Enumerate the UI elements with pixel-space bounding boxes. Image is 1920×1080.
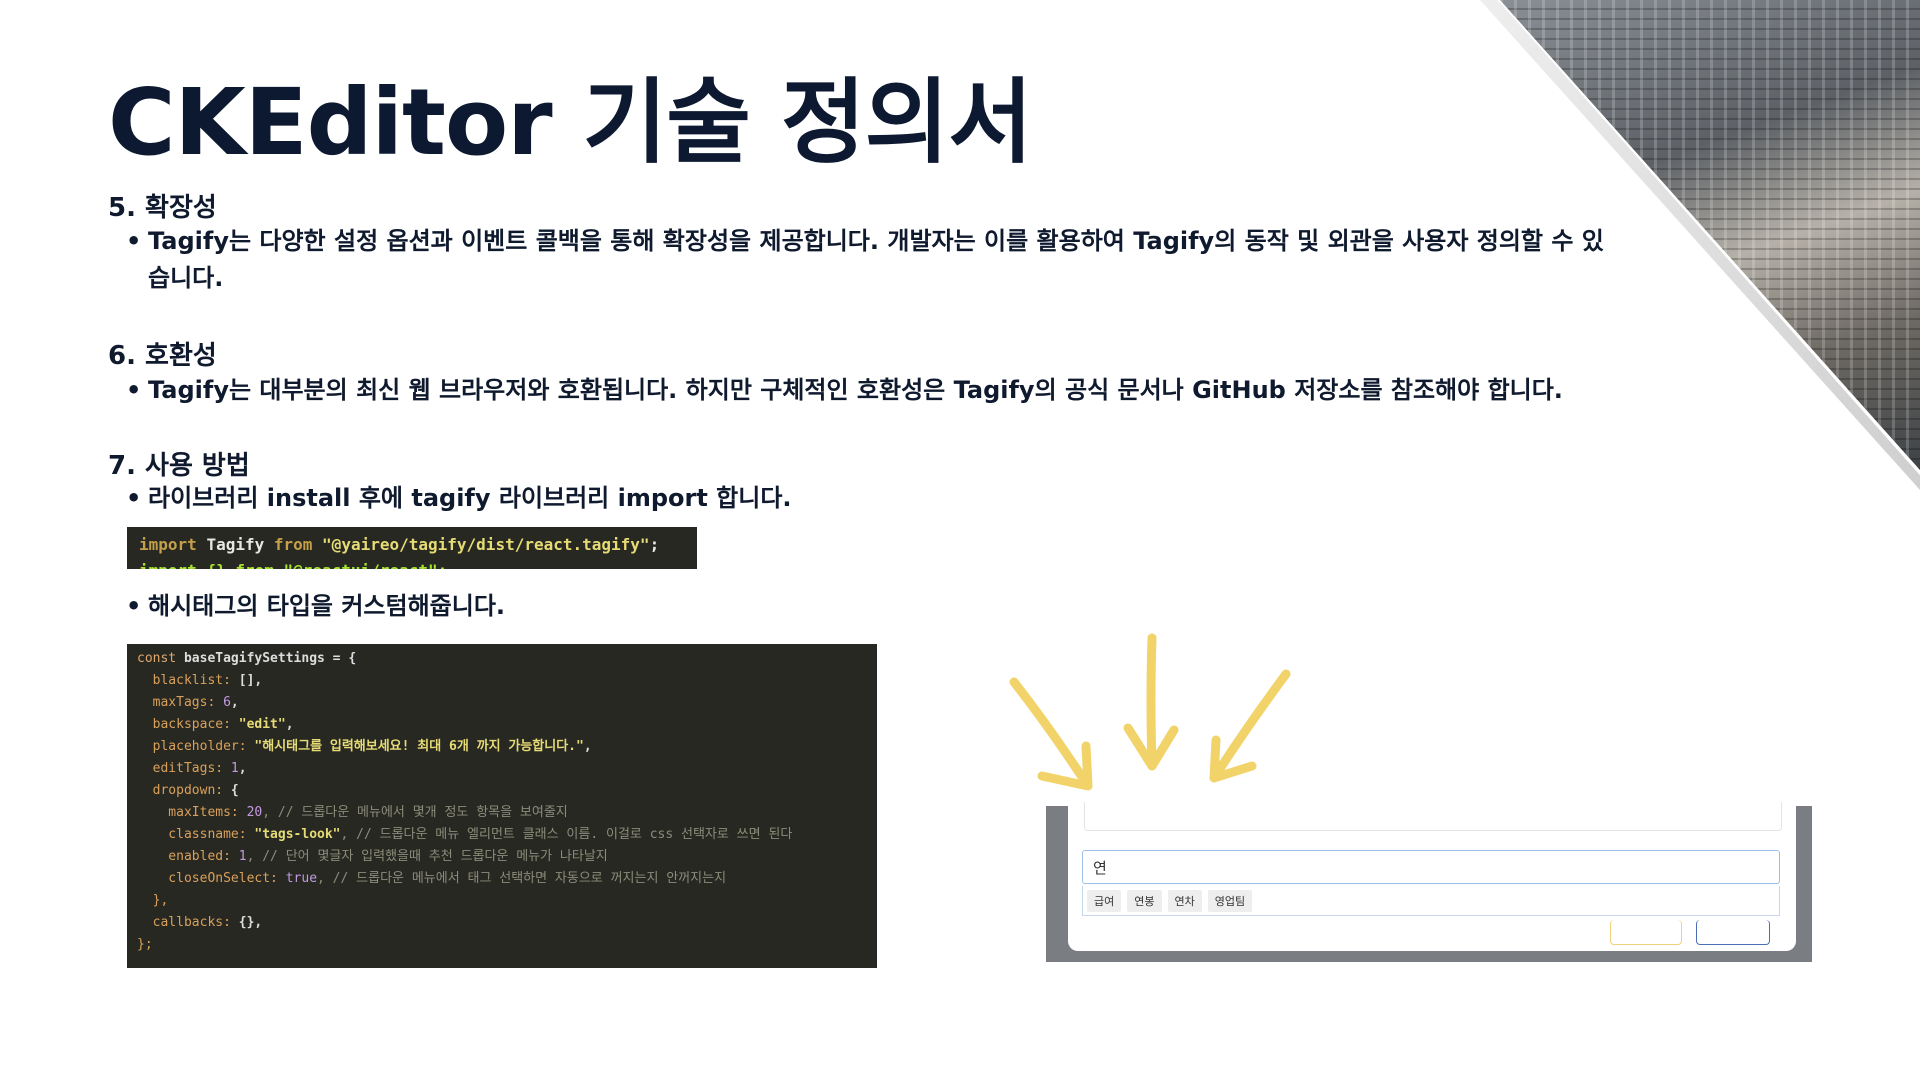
suggestion-item[interactable]: 급여 <box>1087 890 1122 912</box>
confirm-button[interactable] <box>1696 920 1770 945</box>
code-line: }, <box>137 893 169 908</box>
arrow-left-icon <box>1009 677 1093 791</box>
bullet-text: Tagify는 대부분의 최신 웹 브라우저와 호환됩니다. 하지만 구체적인 … <box>148 376 1563 404</box>
code-line: const baseTagifySettings = { <box>137 651 357 666</box>
bullet-text: 라이브러리 install 후에 tagify 라이브러리 import 합니다… <box>148 484 792 512</box>
tagify-screenshot: 연 급여 연봉 연차 영업팀 <box>1046 802 1812 962</box>
bullet-dot: • <box>126 484 142 512</box>
code-line: classname: "tags-look", // 드롭다운 메뉴 엘리먼트 … <box>137 827 793 842</box>
cancel-button[interactable] <box>1610 920 1682 945</box>
bullet-dot: • <box>126 376 142 404</box>
section-7-bullet-2: • 해시태그의 타입을 커스텀해줍니다. <box>126 588 505 625</box>
code-line: callbacks: {}, <box>137 915 263 930</box>
top-field <box>1084 802 1782 831</box>
section-6-bullet: • Tagify는 대부분의 최신 웹 브라우저와 호환됩니다. 하지만 구체적인… <box>126 372 1563 409</box>
code-line: maxItems: 20, // 드롭다운 메뉴에서 몇개 정도 항목을 보여줄… <box>137 805 568 820</box>
import-code-block: import Tagify from "@yaireo/tagify/dist/… <box>127 527 697 569</box>
section-7-heading: 7. 사용 방법 <box>108 451 250 481</box>
page-title: CKEditor 기술 정의서 <box>108 69 1033 176</box>
arrow-right-icon <box>1209 669 1291 783</box>
arrow-down-icon <box>1123 633 1179 771</box>
suggestion-item[interactable]: 연봉 <box>1127 890 1162 912</box>
tag-input[interactable]: 연 <box>1082 850 1780 884</box>
bullet-text: 해시태그의 타입을 커스텀해줍니다. <box>148 592 506 620</box>
code-line: enabled: 1, // 단어 몇글자 입력했을때 추천 드롭다운 메뉴가 … <box>137 849 608 864</box>
suggestion-dropdown: 급여 연봉 연차 영업팀 <box>1082 886 1780 916</box>
section-5-bullet: • Tagify는 다양한 설정 옵션과 이벤트 콜백을 통해 확장성을 제공합니… <box>126 223 1604 260</box>
section-6-heading: 6. 호환성 <box>108 341 217 371</box>
modal-card: 연 급여 연봉 연차 영업팀 <box>1068 802 1796 951</box>
bullet-dot: • <box>126 592 142 620</box>
section-7-bullet-1: • 라이브러리 install 후에 tagify 라이브러리 import 합니… <box>126 480 792 517</box>
import-line-2: import {} from "@reactui/react"; <box>139 561 447 569</box>
section-5-bullet-cont: 습니다. <box>148 264 224 292</box>
code-line: blacklist: [], <box>137 673 263 688</box>
code-line: editTags: 1, <box>137 761 247 776</box>
code-line: placeholder: "해시태그를 입력해보세요! 최대 6개 까지 가능합… <box>137 739 592 754</box>
suggestion-item[interactable]: 연차 <box>1167 890 1202 912</box>
suggestion-item[interactable]: 영업팀 <box>1207 890 1253 912</box>
code-line: }; <box>137 937 153 952</box>
code-line: dropdown: { <box>137 783 239 798</box>
bullet-text: Tagify는 다양한 설정 옵션과 이벤트 콜백을 통해 확장성을 제공합니다… <box>148 227 1604 255</box>
code-line: backspace: "edit", <box>137 717 294 732</box>
bullet-dot: • <box>126 227 142 255</box>
code-line: maxTags: 6, <box>137 695 239 710</box>
hand-drawn-arrows <box>1009 633 1291 791</box>
settings-code-block: const baseTagifySettings = { blacklist: … <box>127 644 877 968</box>
section-5-heading: 5. 확장성 <box>108 193 217 223</box>
code-line: closeOnSelect: true, // 드롭다운 메뉴에서 태그 선택하… <box>137 871 727 886</box>
import-line: import Tagify from "@yaireo/tagify/dist/… <box>139 535 660 554</box>
